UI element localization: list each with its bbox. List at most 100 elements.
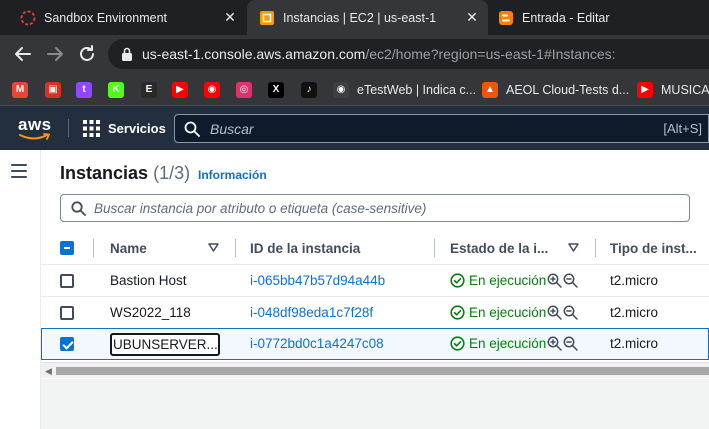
page-title: Instancias (1/3)	[60, 163, 190, 184]
browser-tab-strip: Sandbox Environment ✕ Instancias | EC2 |…	[0, 0, 709, 35]
aws-search-input[interactable]: Buscar [Alt+S]	[174, 114, 709, 143]
bookmark-red-icon: ▣	[45, 82, 61, 98]
tab-title: Sandbox Environment	[44, 10, 167, 25]
aws-logo-text: aws	[18, 115, 52, 134]
twitch-icon: t	[76, 82, 92, 98]
bookmark-label: eTestWeb | Indica c...	[357, 83, 477, 97]
bookmark-item[interactable]: K	[108, 81, 124, 99]
services-menu-button[interactable]: Servicios	[83, 119, 166, 137]
search-icon	[184, 121, 200, 137]
instance-state: En ejecución	[450, 336, 579, 351]
bookmark-item[interactable]: M	[12, 81, 28, 99]
url-text: us-east-1.console.aws.amazon.com/ec2/hom…	[142, 46, 616, 62]
aws-favicon-icon	[260, 10, 274, 25]
browser-tab-entrada[interactable]: Entrada - Editar	[488, 0, 709, 35]
sort-down-icon[interactable]	[208, 243, 219, 252]
kick-icon: K	[108, 82, 124, 98]
reload-icon[interactable]	[74, 41, 100, 67]
instance-id-link[interactable]: i-048df98eda1c7f28f	[250, 305, 373, 320]
blogger-favicon-icon	[499, 10, 513, 25]
bookmark-item[interactable]: ◉	[204, 81, 220, 99]
bookmark-item[interactable]: ▶	[172, 81, 188, 99]
table-row[interactable]: WS2022_118 i-048df98eda1c7f28f En ejecuc…	[41, 296, 709, 328]
selection-count: (1/3)	[153, 163, 191, 183]
bookmark-item[interactable]: t	[76, 81, 92, 99]
instance-id-link[interactable]: i-0772bd0c1a4247c08	[250, 336, 384, 351]
page-title-text: Instancias	[60, 163, 149, 183]
table-header-row: Name ID de la instancia Estado de la i..…	[41, 232, 709, 264]
table-row-selected[interactable]: UBUNSERVER... i-0772bd0c1a4247c08 En eje…	[41, 328, 709, 360]
zoom-out-icon[interactable]	[563, 305, 579, 320]
status-positive-icon	[450, 305, 465, 320]
bookmark-item[interactable]: ▲ AEOL Cloud-Tests d...	[482, 81, 629, 99]
instance-name[interactable]: UBUNSERVER...	[110, 333, 220, 356]
close-icon[interactable]: ✕	[464, 9, 480, 25]
main-content: Instancias (1/3) Información Buscar inst…	[41, 150, 709, 429]
zoom-out-icon[interactable]	[563, 336, 579, 351]
close-icon[interactable]: ✕	[222, 9, 238, 25]
zoom-in-icon[interactable]	[547, 305, 563, 320]
horizontal-scrollbar[interactable]: ◀	[41, 362, 709, 378]
column-header-state[interactable]: Estado de la i...	[450, 241, 548, 256]
status-positive-icon	[450, 273, 465, 288]
status-positive-icon	[450, 336, 465, 351]
search-shortcut-hint: [Alt+S]	[663, 121, 702, 136]
scroll-left-arrow-icon[interactable]: ◀	[45, 366, 52, 377]
instances-panel: Instancias (1/3) Información Buscar inst…	[41, 150, 709, 379]
state-label: En ejecución	[469, 305, 547, 320]
menu-icon[interactable]	[11, 164, 27, 178]
row-checkbox[interactable]	[60, 306, 74, 320]
column-separator[interactable]	[235, 239, 236, 257]
bookmark-item[interactable]: ♪	[301, 81, 317, 99]
search-icon	[71, 201, 86, 216]
instance-state: En ejecución	[450, 305, 579, 320]
bookmark-item[interactable]: X	[268, 81, 284, 99]
x-icon: X	[268, 82, 284, 98]
row-checkbox[interactable]	[60, 274, 74, 288]
bookmark-item[interactable]: ◉ eTestWeb | Indica c...	[333, 81, 476, 99]
aws-top-nav: aws Servicios Buscar [Alt+S]	[0, 106, 709, 150]
bookmark-item[interactable]: ◎	[236, 81, 252, 99]
column-header-instance-id[interactable]: ID de la instancia	[250, 241, 360, 256]
grid-icon	[83, 119, 100, 137]
select-all-checkbox[interactable]	[60, 241, 74, 255]
tab-title: Entrada - Editar	[522, 10, 610, 25]
bookmark-item[interactable]: ▶ MUSICA	[637, 81, 709, 99]
zoom-in-icon[interactable]	[547, 336, 563, 351]
table-row[interactable]: Bastion Host i-065bb47b57d94a44b En ejec…	[41, 264, 709, 296]
tiktok-icon: ♪	[301, 82, 317, 98]
youtube-music-icon: ◉	[204, 82, 220, 98]
bookmark-label: MUSICA	[661, 83, 709, 97]
zoom-in-icon[interactable]	[547, 273, 563, 288]
sort-down-icon[interactable]	[568, 243, 579, 252]
state-label: En ejecución	[469, 273, 547, 288]
info-link[interactable]: Información	[198, 168, 267, 182]
browser-tab-instancias[interactable]: Instancias | EC2 | us-east-1 ✕	[247, 0, 488, 35]
zoom-out-icon[interactable]	[563, 273, 579, 288]
instance-name: WS2022_118	[110, 305, 191, 320]
gmail-icon: M	[12, 82, 28, 98]
aws-logo[interactable]: aws	[18, 114, 52, 142]
address-bar[interactable]: us-east-1.console.aws.amazon.com/ec2/hom…	[108, 39, 709, 69]
instance-filter-input[interactable]: Buscar instancia por atributo o etiqueta…	[60, 194, 690, 222]
sandbox-favicon-icon	[20, 10, 36, 25]
youtube-icon: ▶	[172, 82, 188, 98]
back-arrow-icon[interactable]	[10, 41, 36, 67]
bookmark-item[interactable]: E	[141, 81, 157, 99]
browser-tab-sandbox[interactable]: Sandbox Environment ✕	[0, 0, 246, 35]
row-checkbox[interactable]	[60, 337, 74, 351]
column-separator[interactable]	[595, 239, 596, 257]
bookmark-item[interactable]: ▣	[45, 81, 61, 99]
bookmark-label: AEOL Cloud-Tests d...	[506, 83, 630, 97]
forward-arrow-icon[interactable]	[42, 41, 68, 67]
site-info-icon[interactable]	[120, 46, 134, 62]
column-header-type[interactable]: Tipo de inst...	[610, 241, 697, 256]
instance-name: Bastion Host	[110, 273, 187, 288]
aws-smile-icon	[19, 133, 50, 140]
instance-id-link[interactable]: i-065bb47b57d94a44b	[250, 273, 385, 288]
scrollbar-thumb[interactable]	[56, 367, 709, 375]
url-path: /ec2/home?region=us-east-1#Instances:	[365, 46, 616, 62]
column-separator[interactable]	[434, 239, 435, 257]
filter-placeholder: Buscar instancia por atributo o etiqueta…	[94, 201, 427, 216]
column-header-name[interactable]: Name	[110, 241, 147, 256]
